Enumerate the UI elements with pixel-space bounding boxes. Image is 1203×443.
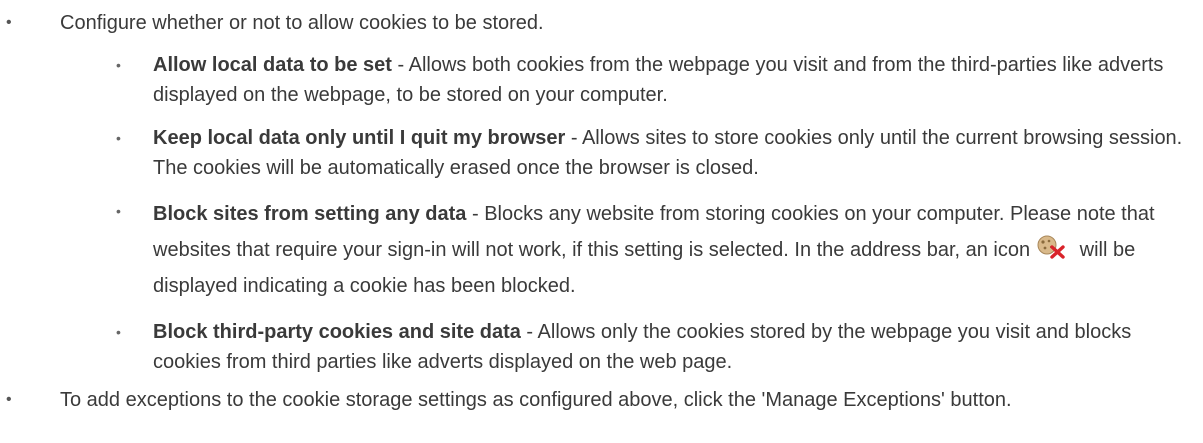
outro-text: To add exceptions to the cookie storage … (60, 389, 1012, 411)
bullet-list: Configure whether or not to allow cookie… (0, 0, 1203, 415)
intro-text: Configure whether or not to allow cookie… (60, 12, 544, 34)
list-item-intro: Configure whether or not to allow cookie… (0, 0, 1203, 377)
option-keep-local-data: Keep local data only until I quit my bro… (60, 123, 1203, 183)
option-allow-local-data: Allow local data to be set - Allows both… (60, 50, 1203, 110)
option-term: Block sites from setting any data (153, 203, 467, 225)
option-paragraph: Block sites from setting any data - Bloc… (153, 196, 1203, 304)
option-paragraph: Block third-party cookies and site data … (153, 317, 1203, 377)
option-block-sites: Block sites from setting any data - Bloc… (60, 196, 1203, 304)
option-term: Block third-party cookies and site data (153, 321, 521, 343)
option-term: Allow local data to be set (153, 54, 392, 76)
cookie-blocked-icon (1036, 235, 1068, 259)
option-paragraph: Allow local data to be set - Allows both… (153, 50, 1203, 110)
option-paragraph: Keep local data only until I quit my bro… (153, 123, 1203, 183)
option-term: Keep local data only until I quit my bro… (153, 127, 566, 149)
help-document: Configure whether or not to allow cookie… (0, 0, 1203, 443)
option-block-third-party: Block third-party cookies and site data … (60, 317, 1203, 377)
cookie-options-list: Allow local data to be set - Allows both… (60, 50, 1203, 377)
list-item-outro: To add exceptions to the cookie storage … (0, 385, 1203, 415)
